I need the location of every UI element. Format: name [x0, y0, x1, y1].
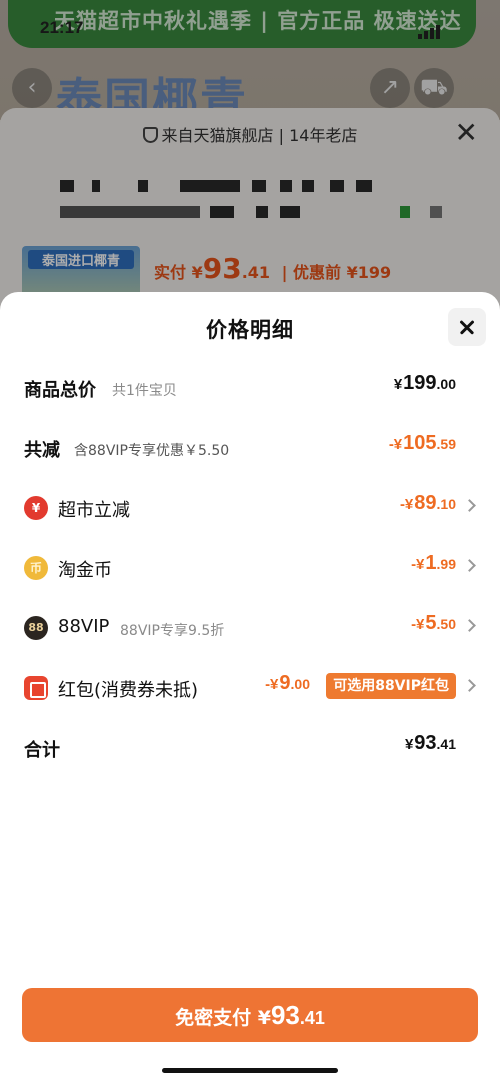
row-sum: 合计 ¥93.41 [24, 728, 476, 768]
row-market-discount[interactable]: ¥ 超市立减 -¥89.10 [24, 488, 476, 528]
row-total-discount: 共减 含88VIP专享优惠￥5.50 -¥105.59 [24, 428, 476, 468]
row-redpacket[interactable]: 红包(消费券未抵) -¥9.00 可选用88VIP红包 [24, 668, 476, 708]
home-indicator[interactable] [162, 1068, 338, 1073]
amount: -¥5.50 [411, 612, 456, 634]
close-button[interactable] [448, 308, 486, 346]
row-sub: 共1件宝贝 [112, 383, 177, 399]
yuan-icon: ¥ [24, 496, 48, 520]
pay-button[interactable]: 免密支付 ¥93.41 [22, 988, 478, 1042]
row-taojinbi[interactable]: 币 淘金币 -¥1.99 [24, 548, 476, 588]
row-label: 商品总价 [24, 380, 96, 401]
modal-title: 价格明细 [206, 318, 294, 342]
amount: ¥199.00 [393, 372, 456, 394]
amount: -¥9.00 [265, 672, 310, 694]
row-sub: 88VIP专享9.5折 [120, 623, 225, 639]
amount: -¥89.10 [399, 492, 456, 514]
row-88vip[interactable]: 88 88VIP 88VIP专享9.5折 -¥5.50 [24, 608, 476, 648]
vip-badge-icon: 88 [24, 616, 48, 640]
row-label: 红包(消费券未抵) [58, 680, 199, 701]
row-label: 合计 [24, 740, 60, 761]
vip-redpacket-tag[interactable]: 可选用88VIP红包 [326, 673, 456, 699]
row-sub: 含88VIP专享优惠￥5.50 [74, 443, 230, 459]
amount: -¥105.59 [388, 432, 456, 454]
row-label: 共减 [24, 440, 60, 461]
chevron-right-icon[interactable] [463, 559, 476, 572]
row-label: 淘金币 [58, 560, 112, 581]
amount: ¥93.41 [404, 732, 456, 754]
red-packet-icon [24, 676, 48, 700]
chevron-right-icon[interactable] [463, 679, 476, 692]
row-label: 超市立减 [58, 500, 130, 521]
row-item-total: 商品总价 共1件宝贝 ¥199.00 [24, 368, 476, 408]
amount: -¥1.99 [411, 552, 456, 574]
price-detail-sheet: 价格明细 商品总价 共1件宝贝 ¥199.00 共减 含88VIP专享优惠￥5.… [0, 292, 500, 1082]
row-label: 88VIP [58, 616, 110, 637]
chevron-right-icon[interactable] [463, 619, 476, 632]
chevron-right-icon[interactable] [463, 499, 476, 512]
coin-icon: 币 [24, 556, 48, 580]
